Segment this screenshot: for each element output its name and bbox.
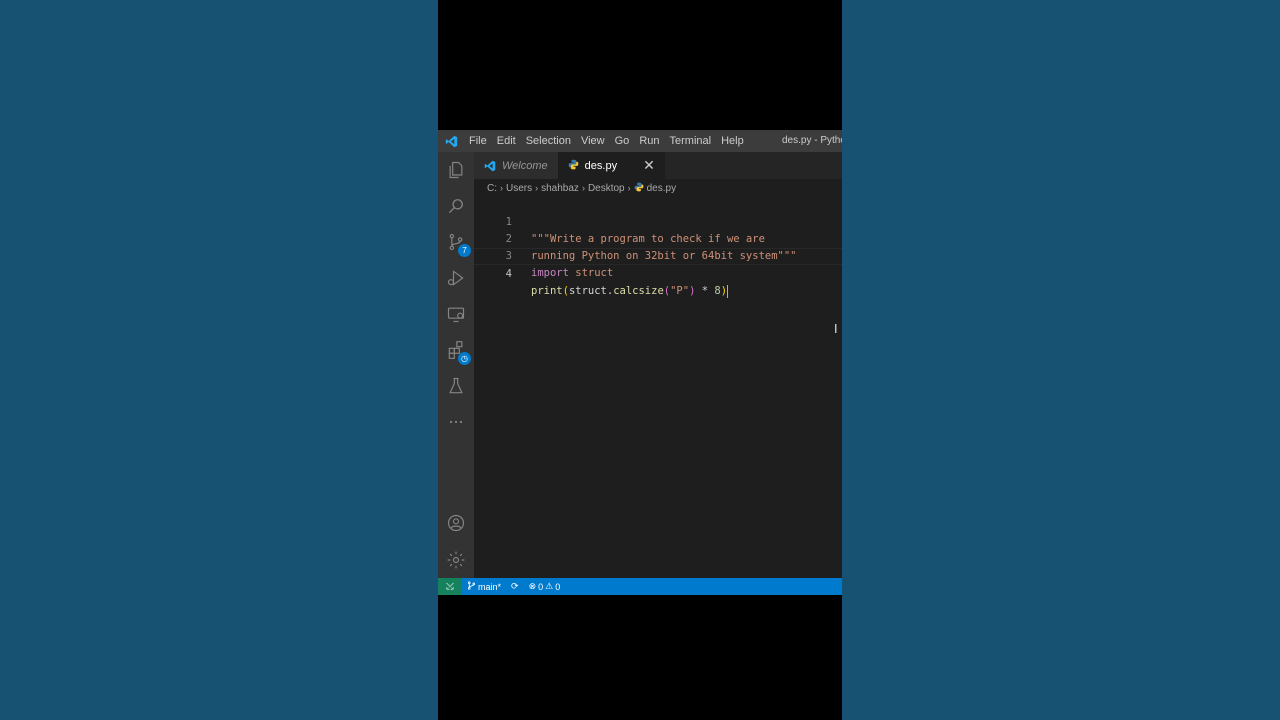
search-icon[interactable]: [438, 188, 474, 224]
chevron-right-icon: ›: [627, 183, 631, 193]
keyword-import: import: [531, 267, 569, 279]
vscode-logo-icon: [438, 130, 464, 152]
menu-terminal[interactable]: Terminal: [665, 130, 717, 152]
sync-icon[interactable]: ⟳: [506, 581, 524, 592]
menu-file[interactable]: File: [464, 130, 492, 152]
error-icon: ⊗: [528, 581, 537, 591]
explorer-icon[interactable]: [438, 152, 474, 188]
method-calcsize: calcsize: [613, 285, 664, 297]
git-branch-icon: [467, 581, 476, 592]
string-arg: "P": [670, 285, 690, 297]
problems-indicator[interactable]: ⊗ 0 ⚠ 0: [524, 581, 566, 592]
run-debug-icon[interactable]: [438, 260, 474, 296]
tab-des-py[interactable]: des.py ✕: [557, 152, 665, 179]
text-cursor: [727, 284, 729, 298]
video-frame: File Edit Selection View Go Run Terminal…: [438, 0, 842, 720]
module-name: struct: [568, 267, 614, 279]
operator: *: [695, 285, 715, 297]
more-icon[interactable]: [438, 404, 474, 440]
breadcrumb-users[interactable]: Users: [506, 183, 532, 194]
code-line: 3 import struct: [474, 231, 842, 279]
python-file-icon: [634, 182, 644, 195]
object-name: struct.: [568, 285, 614, 297]
remote-explorer-icon[interactable]: [438, 296, 474, 332]
activity-bar: 7 ◷: [438, 152, 474, 578]
editor-tabs: Welcome des.py ✕: [474, 152, 842, 179]
error-count: 0: [538, 581, 544, 592]
source-control-icon[interactable]: 7: [438, 224, 474, 260]
warning-count: 0: [555, 581, 561, 592]
breadcrumb-desktop[interactable]: Desktop: [588, 183, 625, 194]
line-number: 4: [505, 268, 512, 280]
menu-selection[interactable]: Selection: [521, 130, 576, 152]
chevron-right-icon: ›: [535, 183, 539, 193]
branch-name: main*: [478, 581, 502, 592]
code-line-current: 4 print(struct.calcsize("P") * 8): [474, 248, 842, 298]
branch-indicator[interactable]: main*: [462, 581, 506, 592]
menu-edit[interactable]: Edit: [492, 130, 521, 152]
source-control-badge: 7: [458, 244, 471, 257]
mouse-ibeam-cursor-icon: I: [834, 322, 838, 336]
function-print: print: [531, 285, 563, 297]
settings-gear-icon[interactable]: [438, 542, 474, 578]
account-icon[interactable]: [438, 505, 474, 541]
menu-help[interactable]: Help: [716, 130, 749, 152]
title-bar: File Edit Selection View Go Run Terminal…: [438, 130, 842, 152]
clock-badge-icon: ◷: [458, 352, 471, 365]
code-line: 2 running Python on 32bit or 64bit syste…: [474, 214, 842, 262]
extensions-icon[interactable]: ◷: [438, 332, 474, 368]
python-file-icon: [568, 159, 579, 173]
window-title: des.py - Python: [782, 135, 842, 146]
close-tab-icon[interactable]: ✕: [643, 157, 655, 174]
tab-welcome[interactable]: Welcome: [474, 152, 558, 179]
code-line: 1 """Write a program to check if we are: [474, 197, 842, 245]
breadcrumb: C: › Users › shahbaz › Desktop › des.py: [474, 179, 842, 197]
code-text: import struct: [531, 265, 613, 282]
status-bar: ⤩ main* ⟳ ⊗ 0 ⚠ 0: [438, 578, 842, 595]
vscode-tab-icon: [484, 160, 496, 171]
code-text: print(struct.calcsize("P") * 8): [531, 283, 729, 300]
menu-view[interactable]: View: [576, 130, 610, 152]
tab-label: des.py: [584, 159, 618, 172]
remote-indicator-icon[interactable]: ⤩: [438, 578, 462, 595]
breadcrumb-file[interactable]: des.py: [647, 183, 676, 194]
breadcrumb-shahbaz[interactable]: shahbaz: [541, 183, 579, 194]
menu-go[interactable]: Go: [610, 130, 635, 152]
menu-run[interactable]: Run: [634, 130, 664, 152]
tab-label: Welcome: [502, 159, 548, 172]
warning-icon: ⚠: [545, 581, 554, 591]
breadcrumb-drive[interactable]: C:: [487, 183, 497, 194]
code-editor[interactable]: 1 """Write a program to check if we are …: [474, 197, 842, 578]
chevron-right-icon: ›: [581, 183, 585, 193]
chevron-right-icon: ›: [500, 183, 503, 193]
testing-icon[interactable]: [438, 368, 474, 404]
vscode-window: File Edit Selection View Go Run Terminal…: [438, 130, 842, 595]
